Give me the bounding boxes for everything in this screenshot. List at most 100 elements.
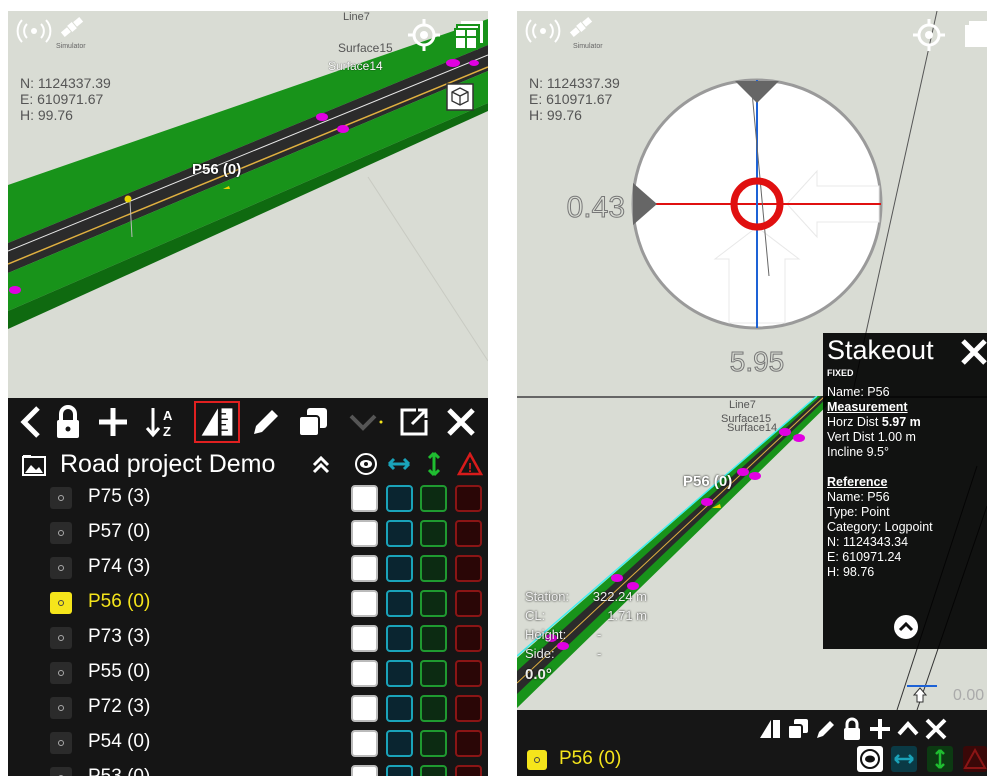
visibility-checkbox[interactable] (351, 520, 378, 547)
warning-checkbox[interactable] (455, 765, 482, 776)
point-row[interactable]: P75 (3) (8, 482, 488, 517)
vertical-checkbox[interactable] (420, 590, 447, 617)
point-row[interactable]: P72 (3) (8, 692, 488, 727)
vertical-checkbox[interactable] (420, 765, 447, 776)
horizontal-arrows-icon[interactable] (386, 453, 412, 475)
visibility-checkbox[interactable] (351, 625, 378, 652)
horizontal-checkbox[interactable] (386, 625, 413, 652)
visibility-checkbox[interactable] (351, 660, 378, 687)
close-icon[interactable] (923, 716, 949, 742)
station-readout: Station: 322.24 m CL: 1.71 m Height: - Side… (525, 587, 647, 684)
horizontal-checkbox[interactable] (386, 730, 413, 757)
vertical-checkbox[interactable] (420, 730, 447, 757)
vertical-checkbox[interactable] (420, 625, 447, 652)
horizontal-toggle[interactable] (891, 746, 917, 772)
reference-heading: Reference (827, 475, 888, 489)
stakeout-ruler-icon[interactable] (757, 716, 783, 742)
warning-checkbox[interactable] (455, 660, 482, 687)
horizontal-checkbox[interactable] (386, 555, 413, 582)
visibility-checkbox[interactable] (351, 730, 378, 757)
point-row-selected[interactable]: P56 (0) (8, 587, 488, 622)
3d-cube-view-icon[interactable] (446, 83, 474, 111)
vertical-checkbox[interactable] (420, 695, 447, 722)
close-icon[interactable] (959, 337, 987, 367)
lock-icon[interactable] (839, 716, 865, 742)
horizontal-checkbox[interactable] (386, 520, 413, 547)
point-row[interactable]: P54 (0) (8, 727, 488, 762)
visibility-checkbox[interactable] (351, 485, 378, 512)
svg-text:!: ! (468, 460, 472, 475)
visibility-checkbox[interactable] (351, 590, 378, 617)
horizontal-checkbox[interactable] (386, 695, 413, 722)
warning-checkbox[interactable] (455, 590, 482, 617)
visibility-checkbox[interactable] (351, 555, 378, 582)
copy-layers-icon[interactable] (293, 402, 333, 442)
stakeout-ruler-icon[interactable] (194, 401, 240, 443)
close-icon[interactable] (441, 402, 481, 442)
selected-point-label[interactable]: P56 (0) (559, 748, 621, 770)
point-row[interactable]: P57 (0) (8, 517, 488, 552)
warning-checkbox[interactable] (455, 730, 482, 757)
horizontal-checkbox[interactable] (386, 660, 413, 687)
point-name: P72 (3) (88, 696, 151, 717)
edit-pencil-icon[interactable] (813, 716, 839, 742)
warning-checkbox[interactable] (455, 695, 482, 722)
open-external-icon[interactable] (394, 402, 434, 442)
height-label: Height: (525, 627, 567, 642)
point-bullet-icon (50, 767, 72, 776)
chevron-up-icon[interactable] (895, 716, 921, 742)
gnss-signal-icon[interactable] (525, 17, 561, 45)
layers-icon[interactable] (453, 19, 485, 51)
edit-pencil-icon[interactable] (246, 402, 286, 442)
northing-text: N: 1124337.39 (529, 75, 620, 91)
copy-layers-icon[interactable] (785, 716, 811, 742)
point-row[interactable]: P73 (3) (8, 622, 488, 657)
visibility-toggle[interactable] (857, 746, 883, 772)
add-icon[interactable] (93, 402, 133, 442)
incline: Incline 9.5° (827, 445, 889, 459)
point-row[interactable]: P55 (0) (8, 657, 488, 692)
warning-checkbox[interactable] (455, 625, 482, 652)
warning-checkbox[interactable] (455, 520, 482, 547)
vertical-checkbox[interactable] (420, 485, 447, 512)
visibility-checkbox[interactable] (351, 695, 378, 722)
horizontal-checkbox[interactable] (386, 485, 413, 512)
lock-icon[interactable] (48, 402, 88, 442)
back-icon[interactable] (12, 402, 52, 442)
warning-checkbox[interactable] (455, 555, 482, 582)
point-row[interactable]: P53 (0) (8, 762, 488, 776)
project-title[interactable]: Road project Demo (60, 450, 275, 479)
warning-triangle-icon[interactable]: ! (456, 451, 484, 476)
locate-crosshair-icon[interactable] (913, 19, 945, 51)
collapse-double-chevron-icon[interactable] (310, 454, 332, 476)
chevron-down-icon[interactable] (343, 402, 383, 442)
add-icon[interactable] (867, 716, 893, 742)
horizontal-checkbox[interactable] (386, 765, 413, 776)
expand-chevron-up-icon[interactable] (893, 614, 919, 640)
visibility-checkbox[interactable] (351, 765, 378, 776)
horz-dist-value: 5.97 m (881, 415, 921, 429)
visibility-eye-icon[interactable] (353, 451, 379, 477)
svg-text:Z: Z (163, 424, 171, 439)
vertical-toggle[interactable] (927, 746, 953, 772)
layers-icon[interactable] (961, 19, 987, 51)
stakeout-details: Name: P56 Measurement Horz Dist 5.97 m V… (827, 385, 933, 580)
horizontal-checkbox[interactable] (386, 590, 413, 617)
vertical-arrows-icon[interactable] (423, 451, 445, 477)
scale-up-arrow-icon (912, 687, 928, 703)
horz-dist-row: Horz Dist 5.97 m (827, 415, 933, 430)
warning-checkbox[interactable] (455, 485, 482, 512)
vertical-checkbox[interactable] (420, 660, 447, 687)
point-row[interactable]: P74 (3) (8, 552, 488, 587)
vertical-checkbox[interactable] (420, 520, 447, 547)
map-3d-view[interactable] (8, 11, 488, 398)
locate-crosshair-icon[interactable] (408, 19, 440, 51)
warning-toggle[interactable] (963, 746, 987, 772)
satellite-icon[interactable] (567, 13, 595, 41)
gnss-signal-icon[interactable] (16, 17, 52, 45)
vertical-checkbox[interactable] (420, 555, 447, 582)
points-panel: AZ Road project Demo ! P75 (3) P57 (0) P… (8, 398, 488, 776)
sort-az-icon[interactable]: AZ (143, 402, 183, 442)
satellite-icon[interactable] (58, 13, 86, 41)
stakeout-title: Stakeout (827, 335, 934, 365)
